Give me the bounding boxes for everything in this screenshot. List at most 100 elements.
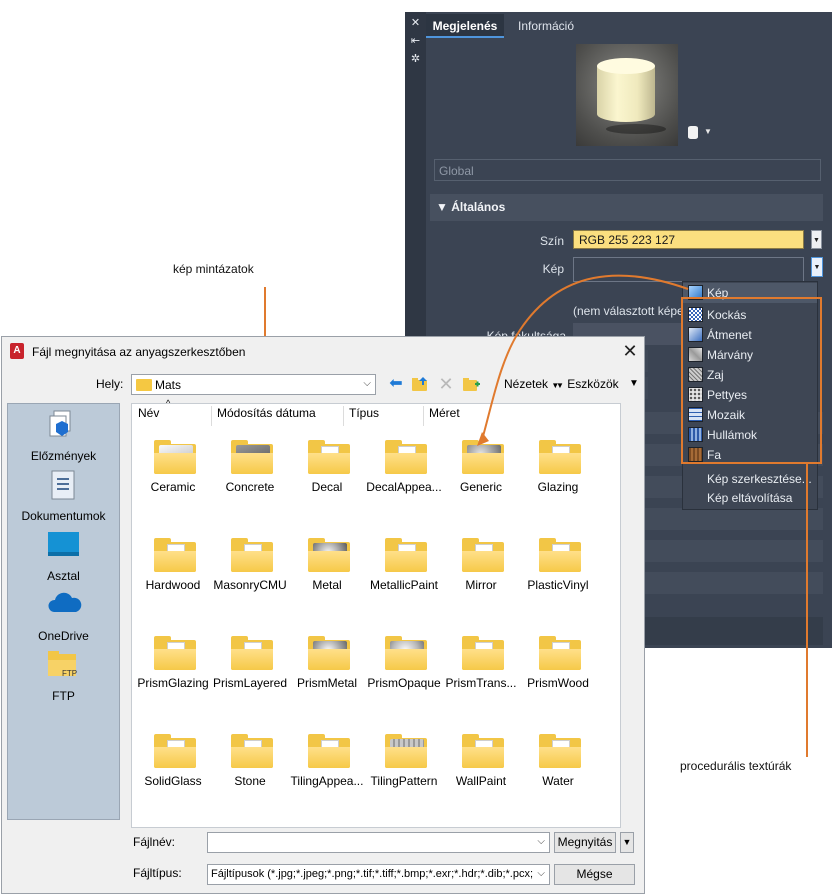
column-separator[interactable] (211, 406, 212, 426)
location-label: Hely: (96, 377, 124, 391)
callout-leader-right (806, 463, 808, 757)
close-icon[interactable]: ✕ (409, 17, 422, 30)
tools-button[interactable]: ▼ Eszközök (556, 377, 619, 391)
chevron-down-icon: ⌵ (537, 868, 545, 879)
open-options-dropdown[interactable]: ▼ (620, 832, 634, 853)
cancel-button[interactable]: Mégse (554, 864, 635, 885)
menu-item-label: Kép eltávolítása (707, 491, 793, 505)
place-label: Asztal (47, 569, 80, 583)
new-folder-icon[interactable] (462, 375, 480, 393)
column-header-type[interactable]: Típus (349, 406, 379, 420)
folder-icon (462, 440, 504, 474)
material-name-field[interactable]: Global (434, 159, 821, 181)
folder-label: MetallicPaint (369, 578, 439, 592)
column-header-date[interactable]: Módosítás dátuma (217, 406, 316, 420)
folder-icon (231, 734, 273, 768)
callout-procedural-textures: procedurális textúrák (680, 759, 792, 773)
preview-cylinder (597, 66, 655, 122)
history-icon (48, 410, 78, 438)
column-separator[interactable] (423, 406, 424, 426)
callout-image-patterns: kép mintázatok (173, 262, 254, 276)
location-value: Mats (155, 378, 182, 392)
folder-label: Concrete (225, 480, 275, 494)
views-label: Nézetek (504, 377, 549, 391)
folder-icon (308, 636, 350, 670)
folder-icon (308, 538, 350, 572)
pin-icon[interactable]: ⇤ (409, 35, 422, 48)
column-separator[interactable] (343, 406, 344, 426)
image-field[interactable] (573, 257, 804, 282)
material-preview (576, 44, 678, 146)
tab-appearance[interactable]: Megjelenés (426, 14, 504, 38)
tab-information[interactable]: Információ (512, 14, 580, 38)
folder-icon (385, 734, 427, 768)
dialog-close-button[interactable]: ✕ (621, 341, 639, 361)
color-field[interactable]: RGB 255 223 127 (573, 230, 804, 249)
folder-icon (539, 636, 581, 670)
filetype-combo[interactable]: Fájltípusok (*.jpg;*.jpeg;*.png;*.tif;*.… (207, 864, 550, 885)
folder-label: Water (542, 774, 574, 788)
folder-label: Glazing (537, 480, 579, 494)
delete-icon[interactable]: ✕ (437, 375, 455, 393)
menu-item-label: Kép szerkesztése... (707, 472, 812, 486)
desktop-icon (48, 530, 79, 558)
filename-label: Fájlnév: (133, 835, 176, 849)
collapse-triangle-icon: ▼ (436, 200, 448, 214)
folder-label: PlasticVinyl (527, 578, 589, 592)
procedural-textures-highlight (681, 297, 822, 464)
folder-label: Decal (311, 480, 343, 494)
folder-label: TilingAppea... (290, 774, 364, 788)
gear-icon[interactable]: ✲ (409, 53, 422, 66)
documents-icon (48, 470, 78, 500)
place-label: Dokumentumok (21, 509, 106, 523)
preview-shape-dropdown[interactable]: ▼ (686, 124, 712, 142)
column-header-name[interactable]: Név (138, 406, 159, 420)
folder-label: PrismMetal (296, 676, 357, 690)
places-bar: Előzmények Dokumentumok Asztal OneDrive … (7, 403, 120, 820)
location-combo[interactable]: Mats ⌵ (131, 374, 376, 395)
panel-tabs: Megjelenés Információ (426, 14, 832, 38)
section-general-header[interactable]: ▼ Általános (430, 194, 823, 221)
folder-icon (462, 636, 504, 670)
folder-icon (385, 440, 427, 474)
ftp-folder-icon: FTP (48, 650, 78, 678)
folder-label: Metal (312, 578, 342, 592)
folder-icon (231, 440, 273, 474)
dialog-title: Fájl megnyitása az anyagszerkesztőben (32, 345, 246, 359)
folder-icon (539, 734, 581, 768)
folder-label: Generic (459, 480, 503, 494)
folder-label: PrismOpaque (367, 676, 441, 690)
image-dropdown-button[interactable]: ▼ (811, 257, 823, 277)
folder-icon (231, 636, 273, 670)
folder-icon (136, 379, 152, 391)
color-dropdown-button[interactable]: ▼ (811, 230, 822, 249)
folder-label: Hardwood (145, 578, 201, 592)
up-folder-icon[interactable] (411, 375, 429, 393)
folder-label: Stone (234, 774, 266, 788)
sort-ascending-icon: ^ (166, 398, 171, 408)
section-general-label: Általános (451, 200, 506, 214)
place-label: FTP (52, 689, 75, 703)
filetype-label: Fájltípus: (133, 866, 182, 880)
folder-icon (154, 538, 196, 572)
cylinder-icon (688, 126, 698, 139)
menu-item-remove-image[interactable]: Kép eltávolítása (683, 488, 817, 508)
filetype-value: Fájltípusok (*.jpg;*.jpeg;*.png;*.tif;*.… (211, 868, 533, 880)
views-button[interactable]: Nézetek ▼ (504, 377, 559, 391)
back-arrow-icon[interactable]: ⬅ (387, 375, 405, 393)
open-button[interactable]: Megnyitás (554, 832, 616, 853)
folder-icon (154, 440, 196, 474)
column-header-size[interactable]: Méret (429, 406, 460, 420)
folder-icon (462, 734, 504, 768)
filename-input[interactable]: ⌵ (207, 832, 550, 853)
folder-label: WallPaint (455, 774, 507, 788)
preview-shadow (606, 124, 666, 134)
menu-item-edit-image[interactable]: Kép szerkesztése... (683, 469, 817, 489)
autocad-app-icon: A (10, 343, 24, 359)
folder-label: PrismLayered (212, 676, 288, 690)
color-label: Szín (540, 234, 565, 248)
folder-icon (154, 734, 196, 768)
toolbar-menu-arrow[interactable]: ▼ (629, 378, 639, 389)
tools-label: Eszközök (567, 377, 619, 391)
folder-icon (308, 440, 350, 474)
